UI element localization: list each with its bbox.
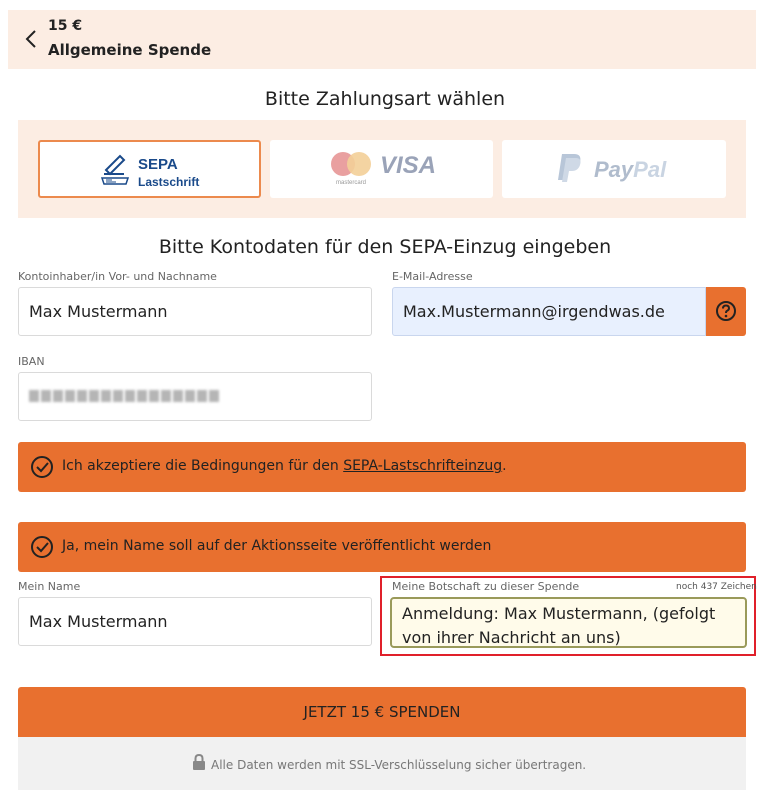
paypal-text-pal: Pal bbox=[633, 157, 667, 182]
sepa-consent-checkbox[interactable]: Ich akzeptiere die Bedingungen für den S… bbox=[18, 442, 746, 492]
check-circle-icon bbox=[31, 456, 53, 478]
payment-method-heading: Bitte Zahlungsart wählen bbox=[264, 88, 506, 110]
sepa-line1: SEPA bbox=[138, 156, 178, 173]
iban-label: IBAN bbox=[18, 355, 45, 368]
donate-submit-button[interactable]: JETZT 15 € SPENDEN bbox=[18, 687, 746, 737]
svg-text:PayPal: PayPal bbox=[594, 157, 667, 182]
character-counter: noch 437 Zeichen bbox=[676, 582, 757, 592]
iban-redacted-value bbox=[29, 390, 219, 402]
email-help-button[interactable] bbox=[706, 287, 746, 336]
sepa-line2: Lastschrift bbox=[138, 175, 199, 189]
ssl-notice-text: Alle Daten werden mit SSL-Verschlüsselun… bbox=[211, 758, 587, 772]
payment-option-sepa[interactable]: SEPA Lastschrift bbox=[38, 140, 261, 198]
lock-icon bbox=[193, 753, 205, 770]
paypal-text-pay: Pay bbox=[594, 157, 635, 182]
publish-name-checkbox[interactable]: Ja, mein Name soll auf der Aktionsseite … bbox=[18, 522, 746, 572]
public-name-input[interactable]: Max Mustermann bbox=[18, 597, 372, 646]
holder-input[interactable]: Max Mustermann bbox=[18, 287, 372, 336]
sepa-terms-link[interactable]: SEPA-Lastschrifteinzug bbox=[343, 458, 502, 474]
donation-amount: 15 € bbox=[48, 18, 83, 34]
check-circle-icon bbox=[31, 536, 53, 558]
question-circle-icon bbox=[716, 301, 736, 321]
account-data-heading: Bitte Kontodaten für den SEPA-Einzug ein… bbox=[158, 236, 612, 258]
sepa-icon: SEPA Lastschrift bbox=[100, 154, 199, 189]
ssl-notice: Alle Daten werden mit SSL-Verschlüsselun… bbox=[18, 737, 746, 790]
payment-option-card[interactable]: mastercard VISA bbox=[270, 140, 493, 198]
payment-method-panel: SEPA Lastschrift mastercard VISA PayPal bbox=[18, 120, 746, 218]
iban-input[interactable] bbox=[18, 372, 372, 421]
payment-option-paypal[interactable]: PayPal bbox=[502, 140, 726, 198]
holder-label: Kontoinhaber/in Vor- und Nachname bbox=[18, 270, 217, 283]
donation-title: Allgemeine Spende bbox=[48, 41, 212, 59]
sepa-consent-text: Ich akzeptiere die Bedingungen für den S… bbox=[62, 458, 507, 474]
message-label: Meine Botschaft zu dieser Spende bbox=[392, 580, 580, 593]
header-bar: 15 € Allgemeine Spende bbox=[8, 10, 756, 69]
chevron-left-icon[interactable] bbox=[22, 28, 42, 50]
email-input[interactable]: Max.Mustermann@irgendwas.de bbox=[392, 287, 706, 336]
paypal-icon: PayPal bbox=[558, 154, 667, 182]
public-name-label: Mein Name bbox=[18, 580, 81, 593]
email-label: E-Mail-Adresse bbox=[392, 270, 473, 283]
publish-name-text: Ja, mein Name soll auf der Aktionsseite … bbox=[62, 538, 492, 554]
mastercard-visa-icon: mastercard VISA bbox=[331, 152, 436, 186]
mastercard-text: mastercard bbox=[336, 180, 366, 186]
message-textarea[interactable]: Anmeldung: Max Mustermann, (gefolgt von … bbox=[390, 597, 747, 648]
visa-text: VISA bbox=[380, 152, 436, 179]
